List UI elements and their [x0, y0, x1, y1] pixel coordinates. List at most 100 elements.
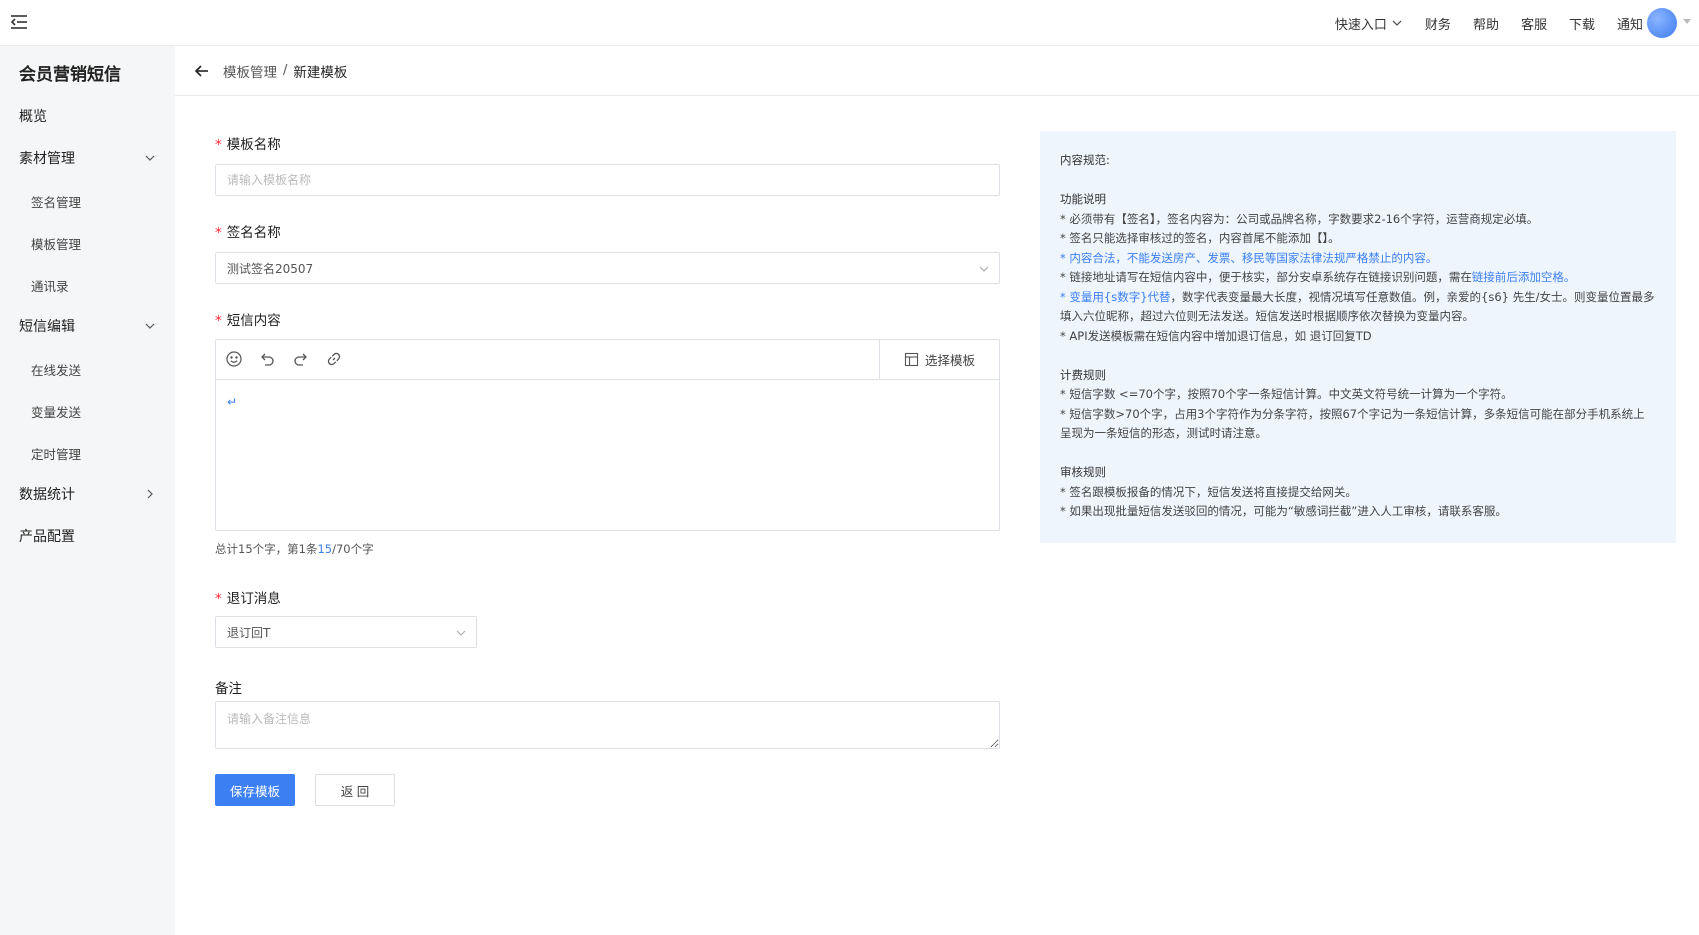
sidebar: 会员营销短信 概览 素材管理 签名管理 模板管理 通讯录 短信编辑 在线发送 变… — [0, 46, 175, 935]
rule-line: * 变量用{s数字}代替，数字代表变量最大长度，视情况填写任意数值。例，亲爱的{… — [1060, 288, 1656, 327]
menu-toggle-icon[interactable] — [8, 11, 30, 33]
required-mark: * — [215, 137, 222, 153]
help-link[interactable]: 帮助 — [1473, 14, 1499, 33]
top-nav: 快速入口 财务 帮助 客服 下载 通知 — [1335, 0, 1643, 46]
signature-select[interactable]: 测试签名20507 — [215, 252, 1000, 284]
back-arrow-icon[interactable] — [193, 62, 211, 80]
content-label: * 短信内容 — [215, 309, 281, 329]
rule-text: * 链接地址请写在短信内容中，便于核实，部分安卓系统存在链接识别问题，需在 — [1060, 270, 1472, 284]
sidebar-item-label: 素材管理 — [19, 151, 75, 167]
template-name-label: * 模板名称 — [215, 133, 281, 153]
sidebar-item-label: 通讯录 — [31, 278, 69, 294]
content-counter: 总计15个字，第1条15/70个字 — [215, 541, 374, 557]
template-name-label-text: 模板名称 — [226, 137, 281, 153]
sidebar-item-signatures[interactable]: 签名管理 — [0, 181, 175, 221]
link-icon[interactable] — [325, 350, 343, 368]
emoji-icon[interactable] — [225, 350, 243, 368]
remark-label: 备注 — [215, 681, 242, 697]
content-rules-panel: 内容规范: 功能说明 * 必须带有【签名】，签名内容为：公司或品牌名称，字数要求… — [1040, 131, 1676, 543]
sidebar-item-label: 签名管理 — [31, 194, 82, 210]
sidebar-item-label: 概览 — [19, 109, 47, 125]
sidebar-item-materials[interactable]: 素材管理 — [0, 138, 175, 178]
unsubscribe-label: * 退订消息 — [215, 587, 281, 607]
rule-line: * API发送模板需在短信内容中增加退订信息，如 退订回复TD — [1060, 328, 1372, 343]
required-mark: * — [215, 591, 222, 607]
unsubscribe-select[interactable]: 退订回T — [215, 616, 477, 648]
rule-line: * 签名跟模板报备的情况下，短信发送将直接提交给网关。 — [1060, 484, 1357, 499]
breadcrumb-current: 新建模板 — [293, 64, 348, 81]
required-mark: * — [215, 225, 222, 241]
sidebar-item-label: 模板管理 — [31, 236, 82, 252]
unsubscribe-label-text: 退订消息 — [226, 591, 281, 607]
rule-highlight: 链接前后添加空格 — [1471, 270, 1564, 284]
save-template-button[interactable]: 保存模板 — [215, 774, 295, 806]
avatar[interactable] — [1647, 8, 1677, 38]
signature-label: * 签名名称 — [215, 221, 281, 241]
content-editor: 选择模板 ↵ — [215, 339, 1000, 531]
chevron-down-icon — [456, 630, 466, 636]
editor-toolbar: 选择模板 — [216, 340, 999, 380]
function-title: 功能说明 — [1060, 192, 1106, 206]
top-bar: 快速入口 财务 帮助 客服 下载 通知 — [0, 0, 1699, 46]
back-button[interactable]: 返 回 — [315, 774, 395, 806]
chevron-down-icon — [145, 155, 155, 161]
download-link[interactable]: 下载 — [1569, 14, 1595, 33]
chevron-down-icon — [1392, 20, 1402, 26]
sidebar-item-variable-send[interactable]: 变量发送 — [0, 391, 175, 431]
sidebar-item-templates[interactable]: 模板管理 — [0, 223, 175, 263]
sidebar-item-contacts[interactable]: 通讯录 — [0, 265, 175, 305]
notify-link[interactable]: 通知 — [1617, 14, 1643, 33]
remark-input[interactable] — [215, 701, 1000, 749]
sidebar-item-label: 产品配置 — [19, 529, 75, 545]
unsubscribe-select-value: 退订回T — [227, 625, 271, 640]
rule-line: * 签名只能选择审核过的签名，内容首尾不能添加【】。 — [1060, 231, 1340, 245]
rule-text: 。 — [1563, 270, 1576, 284]
sidebar-item-label: 在线发送 — [31, 362, 82, 378]
chevron-down-icon — [145, 323, 155, 329]
select-template-label: 选择模板 — [924, 353, 975, 368]
sidebar-item-overview[interactable]: 概览 — [0, 96, 175, 136]
rule-line: * 必须带有【签名】，签名内容为：公司或品牌名称，字数要求2-16个字符，运营商… — [1060, 211, 1539, 226]
rule-line: * 短信字数>70个字，占用3个字符作为分条字符，按照67个字记为一条短信计算，… — [1060, 406, 1645, 441]
sidebar-item-label: 短信编辑 — [19, 319, 75, 335]
undo-icon[interactable] — [258, 350, 276, 368]
counter-prefix: 总计15个字，第1条 — [215, 542, 318, 556]
quick-entry-label: 快速入口 — [1334, 17, 1387, 33]
quick-entry-menu[interactable]: 快速入口 — [1335, 14, 1403, 33]
service-link[interactable]: 客服 — [1521, 14, 1547, 33]
signature-label-text: 签名名称 — [226, 225, 281, 241]
avatar-caret-icon[interactable] — [1683, 19, 1691, 24]
sidebar-item-label: 定时管理 — [31, 446, 82, 462]
counter-current: 15 — [317, 542, 333, 556]
content-editor-text: ↵ — [227, 395, 238, 409]
select-template-button[interactable]: 选择模板 — [879, 340, 999, 379]
counter-suffix: /70个字 — [332, 542, 374, 556]
rule-line: * 如果出现批量短信发送驳回的情况，可能为“敏感词拦截”进入人工审核，请联系客服… — [1060, 504, 1507, 518]
rule-line: * 内容合法，不能发送房产、发票、移民等国家法律法规严格禁止的内容。 — [1060, 250, 1438, 265]
sidebar-item-label: 变量发送 — [31, 404, 82, 420]
sidebar-item-product-config[interactable]: 产品配置 — [0, 516, 175, 556]
finance-link[interactable]: 财务 — [1425, 14, 1451, 33]
template-icon — [904, 352, 919, 367]
rule-line: * 短信字数 <=70个字，按照70个字一条短信计算。中文英文符号统一计算为一个… — [1060, 387, 1513, 401]
breadcrumb-parent[interactable]: 模板管理 — [223, 61, 277, 81]
content-label-text: 短信内容 — [226, 313, 281, 329]
sidebar-item-sms-edit[interactable]: 短信编辑 — [0, 306, 175, 346]
rule-line: * 链接地址请写在短信内容中，便于核实，部分安卓系统存在链接识别问题，需在链接前… — [1060, 268, 1656, 288]
sidebar-item-online-send[interactable]: 在线发送 — [0, 349, 175, 389]
review-title: 审核规则 — [1060, 465, 1106, 479]
signature-select-value: 测试签名20507 — [227, 261, 314, 276]
template-name-input[interactable] — [215, 164, 1000, 196]
chevron-right-icon — [147, 489, 153, 499]
app-title: 会员营销短信 — [19, 65, 121, 85]
rule-highlight: 变量用{s数字}代替 — [1069, 289, 1171, 304]
rule-text: * — [1060, 289, 1070, 304]
redo-icon[interactable] — [292, 350, 310, 368]
required-mark: * — [215, 313, 222, 329]
sidebar-item-schedule[interactable]: 定时管理 — [0, 433, 175, 473]
sidebar-item-statistics[interactable]: 数据统计 — [0, 474, 175, 514]
content-editor-body[interactable]: ↵ — [216, 381, 999, 530]
rules-title: 内容规范: — [1060, 153, 1110, 167]
breadcrumb-separator: / — [283, 63, 288, 78]
chevron-down-icon — [979, 266, 989, 272]
